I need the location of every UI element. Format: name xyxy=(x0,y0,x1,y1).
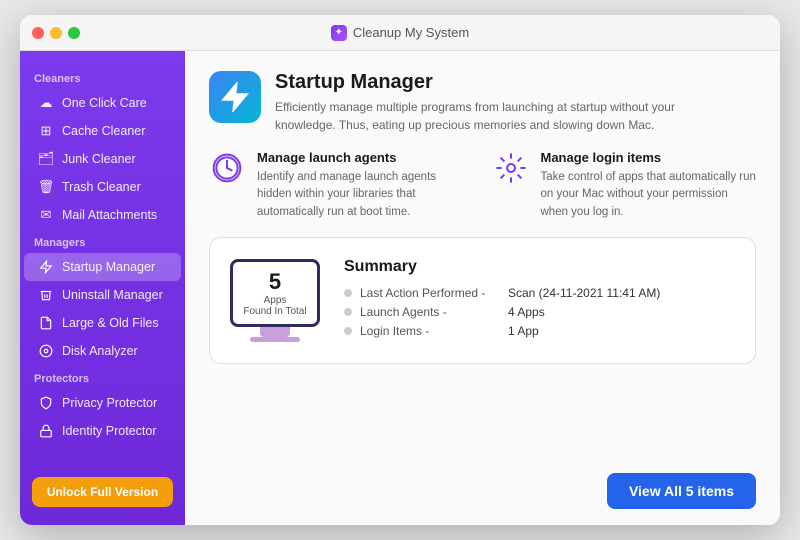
sidebar-item-label: Trash Cleaner xyxy=(62,180,141,194)
feature-title: Manage launch agents xyxy=(257,150,473,165)
dot-icon xyxy=(344,289,352,297)
unlock-button[interactable]: Unlock Full Version xyxy=(32,477,173,507)
shield-icon xyxy=(38,395,54,411)
maximize-button[interactable] xyxy=(68,27,80,39)
dot-icon xyxy=(344,327,352,335)
sidebar-item-mail-attachments[interactable]: ✉ Mail Attachments xyxy=(24,201,181,229)
feature-description: Identify and manage launch agents hidden… xyxy=(257,169,473,221)
minimize-button[interactable] xyxy=(50,27,62,39)
bottom-bar: View All 5 items xyxy=(185,473,780,525)
sidebar-item-label: Identity Protector xyxy=(62,424,157,438)
sidebar-item-label: Startup Manager xyxy=(62,260,155,274)
sidebar-item-privacy-protector[interactable]: Privacy Protector xyxy=(24,389,181,417)
feature-card-login-items: Manage login items Take control of apps … xyxy=(493,150,757,221)
junk-cleaner-icon: 🗂 xyxy=(38,151,54,167)
sidebar-item-label: Uninstall Manager xyxy=(62,288,163,302)
sidebar-item-junk-cleaner[interactable]: 🗂 Junk Cleaner xyxy=(24,145,181,173)
summary-val-2: 1 App xyxy=(508,324,539,338)
sidebar-item-uninstall-manager[interactable]: Uninstall Manager xyxy=(24,281,181,309)
sidebar-item-label: Large & Old Files xyxy=(62,316,159,330)
sidebar: Cleaners ☁ One Click Care ⊞ Cache Cleane… xyxy=(20,51,185,525)
summary-row-1: Launch Agents - 4 Apps xyxy=(344,305,735,319)
feature-description: Take control of apps that automatically … xyxy=(541,169,757,221)
summary-row-2: Login Items - 1 App xyxy=(344,324,735,338)
window-title-bar: ✦ Cleanup My System xyxy=(331,25,469,41)
sidebar-item-large-old-files[interactable]: Large & Old Files xyxy=(24,309,181,337)
managers-section-label: Managers xyxy=(20,229,185,253)
sidebar-item-identity-protector[interactable]: Identity Protector xyxy=(24,417,181,445)
login-items-icon xyxy=(493,150,529,186)
disk-icon xyxy=(38,343,54,359)
close-button[interactable] xyxy=(32,27,44,39)
view-all-button[interactable]: View All 5 items xyxy=(607,473,756,509)
app-window: ✦ Cleanup My System Cleaners ☁ One Click… xyxy=(20,15,780,525)
summary-val-1: 4 Apps xyxy=(508,305,545,319)
summary-info: Summary Last Action Performed - Scan (24… xyxy=(344,258,735,343)
sidebar-item-one-click-care[interactable]: ☁ One Click Care xyxy=(24,89,181,117)
page-description: Efficiently manage multiple programs fro… xyxy=(275,98,735,134)
uninstall-icon xyxy=(38,287,54,303)
feature-text-login-items: Manage login items Take control of apps … xyxy=(541,150,757,221)
sidebar-item-label: Cache Cleaner xyxy=(62,124,145,138)
sidebar-item-disk-analyzer[interactable]: Disk Analyzer xyxy=(24,337,181,365)
content-area: Cleaners ☁ One Click Care ⊞ Cache Cleane… xyxy=(20,51,780,525)
apps-label: Apps Found In Total xyxy=(243,295,306,317)
summary-key-1: Launch Agents - xyxy=(360,305,500,319)
lock-icon xyxy=(38,423,54,439)
cleaners-section-label: Cleaners xyxy=(20,65,185,89)
sidebar-footer: Unlock Full Version xyxy=(20,477,185,511)
summary-title: Summary xyxy=(344,258,735,276)
app-icon: ✦ xyxy=(331,25,347,41)
monitor-screen: 5 Apps Found In Total xyxy=(230,259,320,327)
sidebar-item-label: Disk Analyzer xyxy=(62,344,138,358)
monitor-stand xyxy=(260,327,290,337)
page-header: Startup Manager Efficiently manage multi… xyxy=(209,71,756,134)
sidebar-item-trash-cleaner[interactable]: 🗑 Trash Cleaner xyxy=(24,173,181,201)
page-title: Startup Manager xyxy=(275,71,735,94)
feature-icon xyxy=(209,71,261,123)
files-icon xyxy=(38,315,54,331)
traffic-lights xyxy=(32,27,80,39)
sidebar-item-label: Junk Cleaner xyxy=(62,152,136,166)
feature-title: Manage login items xyxy=(541,150,757,165)
cache-cleaner-icon: ⊞ xyxy=(38,123,54,139)
sidebar-nav: Cleaners ☁ One Click Care ⊞ Cache Cleane… xyxy=(20,65,185,477)
sidebar-item-startup-manager[interactable]: Startup Manager xyxy=(24,253,181,281)
sidebar-item-label: Privacy Protector xyxy=(62,396,157,410)
summary-card: 5 Apps Found In Total Summary xyxy=(209,237,756,364)
mail-icon: ✉ xyxy=(38,207,54,223)
startup-manager-icon xyxy=(38,259,54,275)
summary-row-0: Last Action Performed - Scan (24-11-2021… xyxy=(344,286,735,300)
feature-text-launch-agents: Manage launch agents Identify and manage… xyxy=(257,150,473,221)
sidebar-item-label: One Click Care xyxy=(62,96,147,110)
features-row: Manage launch agents Identify and manage… xyxy=(209,150,756,221)
monitor-graphic: 5 Apps Found In Total xyxy=(230,259,320,342)
protectors-section-label: Protectors xyxy=(20,365,185,389)
summary-key-2: Login Items - xyxy=(360,324,500,338)
launch-agents-icon xyxy=(209,150,245,186)
window-title: Cleanup My System xyxy=(353,25,469,40)
monitor-base xyxy=(250,337,300,342)
feature-card-launch-agents: Manage launch agents Identify and manage… xyxy=(209,150,473,221)
main-content: Startup Manager Efficiently manage multi… xyxy=(185,51,780,473)
summary-key-0: Last Action Performed - xyxy=(360,286,500,300)
sidebar-item-label: Mail Attachments xyxy=(62,208,157,222)
dot-icon xyxy=(344,308,352,316)
titlebar: ✦ Cleanup My System xyxy=(20,15,780,51)
trash-cleaner-icon: 🗑 xyxy=(38,179,54,195)
one-click-care-icon: ☁ xyxy=(38,95,54,111)
summary-val-0: Scan (24-11-2021 11:41 AM) xyxy=(508,286,660,300)
apps-count: 5 xyxy=(269,269,281,295)
header-text: Startup Manager Efficiently manage multi… xyxy=(275,71,735,134)
sidebar-item-cache-cleaner[interactable]: ⊞ Cache Cleaner xyxy=(24,117,181,145)
